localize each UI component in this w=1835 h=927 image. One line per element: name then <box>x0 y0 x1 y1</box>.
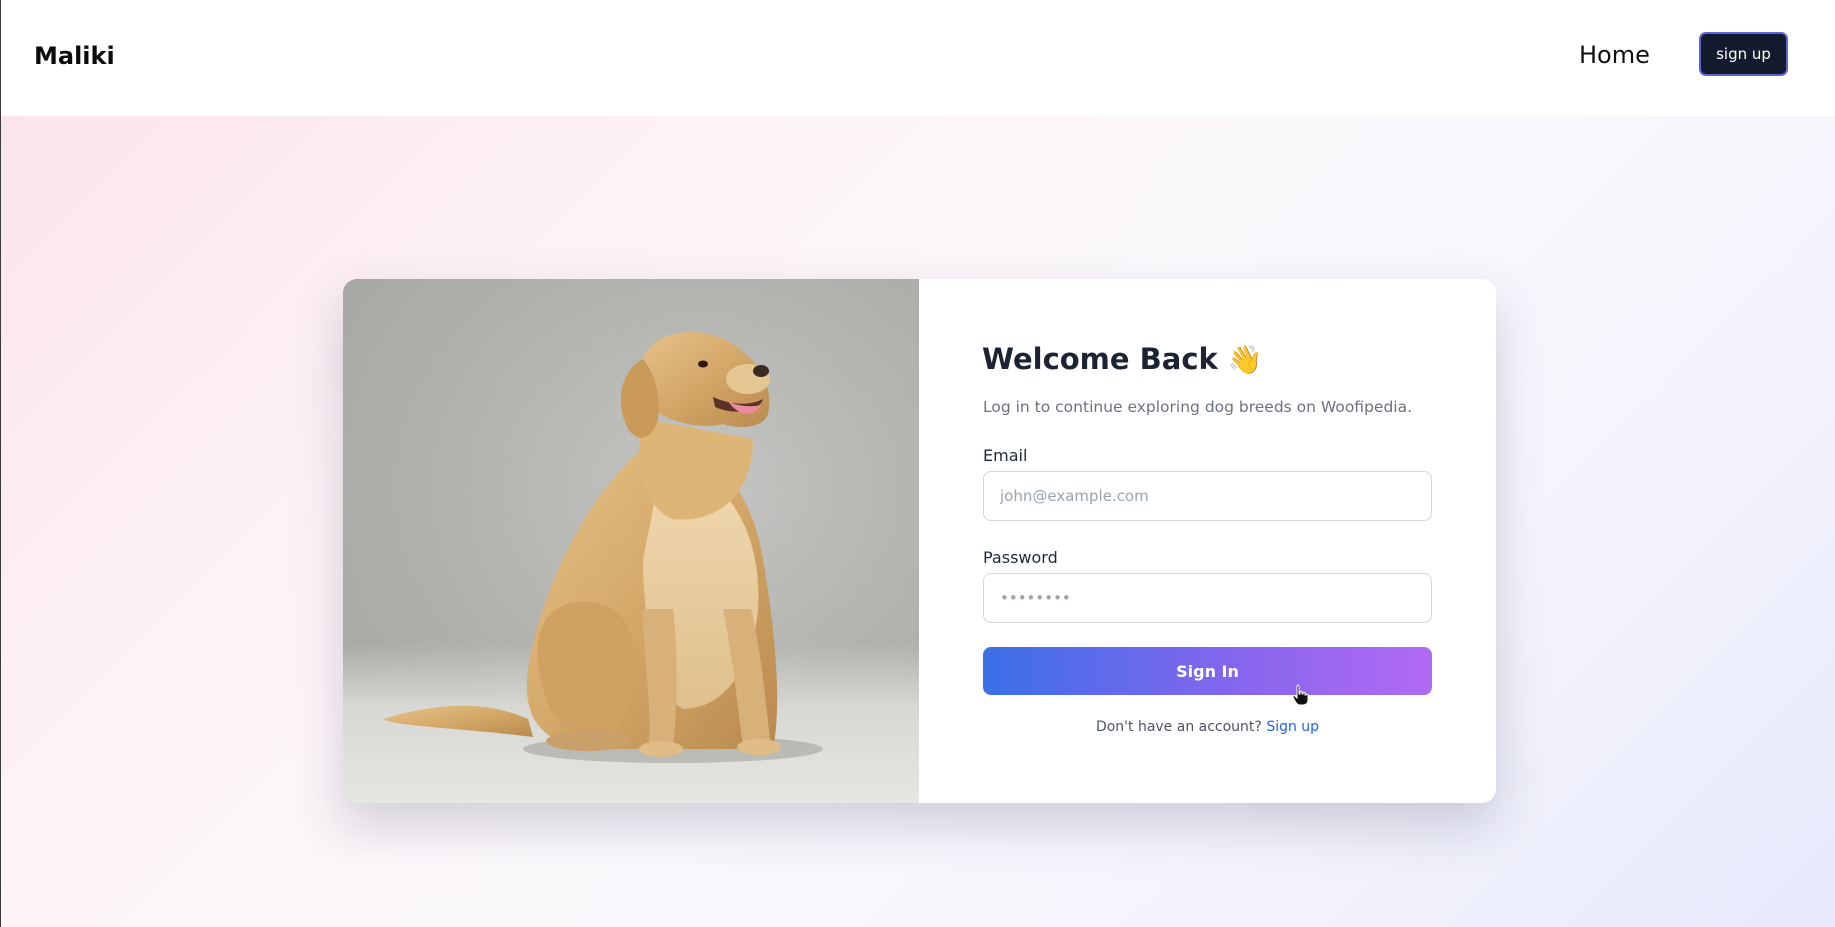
email-label: Email <box>983 446 1028 465</box>
signup-prompt-text: Don't have an account? <box>1095 719 1262 735</box>
hand-pointer-icon <box>1292 684 1309 706</box>
login-title: Welcome Back 👋 <box>982 342 1263 376</box>
page: Maliki Home sign up Welcome Back 👋 Log i… <box>0 0 1835 927</box>
signup-link[interactable]: Sign up <box>1266 719 1319 735</box>
dog-photo <box>343 279 919 803</box>
nav-home-link[interactable]: Home <box>1579 41 1650 69</box>
password-field[interactable] <box>983 573 1432 623</box>
sign-in-button[interactable]: Sign In <box>983 647 1432 695</box>
email-field[interactable] <box>983 471 1432 521</box>
login-subtitle: Log in to continue exploring dog breeds … <box>983 398 1413 416</box>
dog-illustration <box>383 332 823 763</box>
login-card: Welcome Back 👋 Log in to continue explor… <box>343 279 1496 803</box>
waving-hand-icon: 👋 <box>1227 342 1263 376</box>
login-title-text: Welcome Back <box>982 342 1218 376</box>
brand-logo[interactable]: Maliki <box>34 42 115 70</box>
signup-prompt: Don't have an account? Sign up <box>983 719 1432 735</box>
password-label: Password <box>983 548 1058 567</box>
login-form-panel: Welcome Back 👋 Log in to continue explor… <box>919 279 1496 803</box>
nav-signup-button[interactable]: sign up <box>1699 32 1788 76</box>
navbar: Maliki Home sign up <box>1 0 1835 116</box>
